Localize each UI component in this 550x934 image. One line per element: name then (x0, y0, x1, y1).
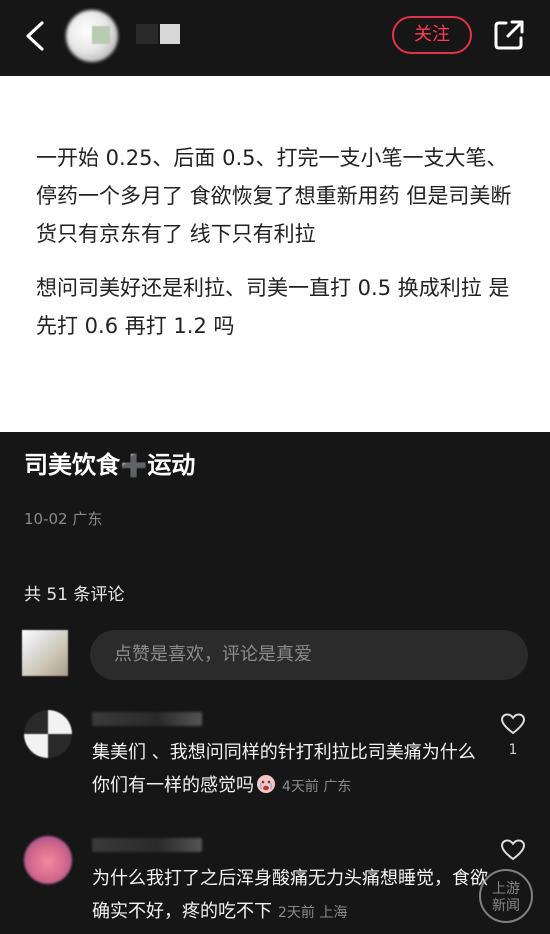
watermark-text: 上游 (492, 881, 520, 897)
plus-emoji-icon: ➕ (120, 454, 148, 479)
commenter-name-blurred[interactable] (92, 712, 202, 726)
back-arrow-icon[interactable] (22, 20, 48, 52)
post-content: 一开始 0.25、后面 0.5、打完一支小笔一支大笔、停药一个多月了 食欲恢复了… (0, 76, 550, 432)
crying-emoji-icon (257, 775, 275, 793)
commenter-avatar[interactable] (24, 710, 72, 758)
like-heart-icon[interactable] (500, 838, 526, 862)
comment-text: 集美们 、我想问同样的针打利拉比司美痛为什么 你们有一样的感觉吗 4天前 广东 (92, 736, 492, 804)
follow-button[interactable]: 关注 (392, 16, 472, 54)
comment-text: 为什么我打了之后浑身酸痛无力头痛想睡觉，食欲确实不好，疼的吃不下 2天前 上海 (92, 862, 492, 930)
comment-count: 共 51 条评论 (24, 585, 125, 605)
commenter-name-blurred[interactable] (92, 838, 202, 852)
my-avatar (22, 630, 68, 676)
post-paragraph: 一开始 0.25、后面 0.5、打完一支小笔一支大笔、停药一个多月了 食欲恢复了… (36, 146, 512, 246)
commenter-avatar[interactable] (24, 836, 72, 884)
author-name-blurred (136, 24, 158, 44)
watermark-text: 新闻 (492, 898, 520, 914)
comment-input[interactable]: 点赞是喜欢，评论是真爱 (90, 630, 528, 680)
post-title-part: 运动 (147, 451, 196, 479)
post-title-part: 司美饮食 (24, 451, 120, 479)
comment-time-location: 4天前 广东 (282, 779, 352, 795)
like-heart-icon[interactable] (500, 712, 526, 736)
watermark-logo: 上游 新闻 (479, 869, 533, 923)
top-bar: 关注 (0, 0, 550, 76)
author-name-blurred (92, 26, 110, 44)
share-icon[interactable] (492, 18, 526, 52)
post-title: 司美饮食➕运动 (24, 445, 195, 480)
comment-time-location: 2天前 上海 (278, 905, 348, 921)
post-date-location: 10-02 广东 (24, 510, 103, 528)
like-count: 1 (508, 742, 518, 758)
post-paragraph: 想问司美好还是利拉、司美一直打 0.5 换成利拉 是先打 0.6 再打 1.2 … (36, 276, 510, 338)
author-name-blurred (160, 24, 180, 44)
